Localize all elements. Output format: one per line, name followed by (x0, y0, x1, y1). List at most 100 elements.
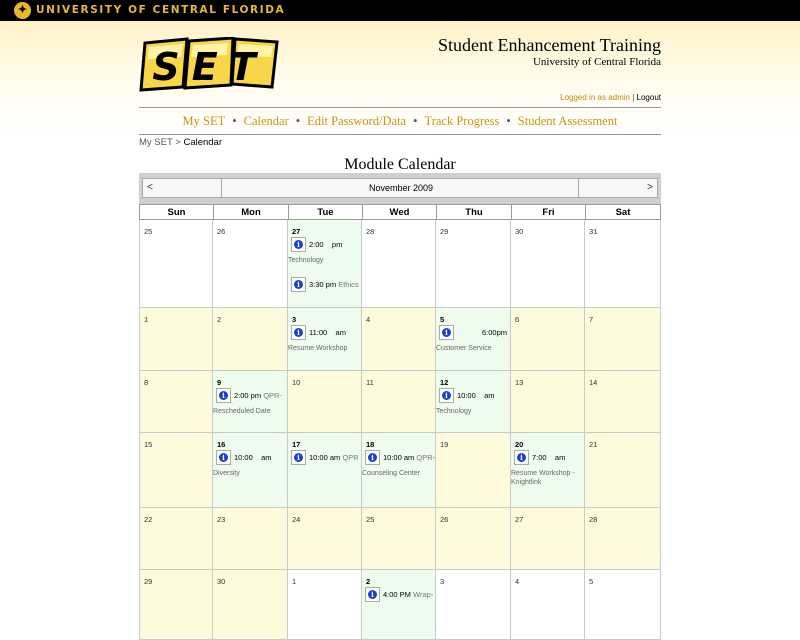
event-info-button[interactable]: i (291, 450, 306, 465)
day-number: 23 (217, 515, 226, 524)
calendar-event[interactable]: i 2:00 pm QPR- Rescheduled Date (213, 388, 286, 415)
nav-calendar[interactable]: Calendar (244, 114, 289, 128)
calendar-day-cell[interactable]: 2 (213, 308, 288, 371)
calendar-day-cell[interactable]: 30 (511, 220, 585, 308)
calendar-event[interactable]: i 10:00 am QPR (291, 450, 361, 466)
calendar-day-cell[interactable]: 5 i 6:00pm Customer Service (436, 308, 511, 371)
day-number: 4 (366, 315, 371, 324)
calendar-day-cell[interactable]: 4 (362, 308, 436, 371)
day-number: 27 (292, 227, 301, 236)
nav-student-assessment[interactable]: Student Assessment (518, 114, 618, 128)
breadcrumb-separator: > (175, 137, 181, 148)
calendar-event[interactable]: i 4:00 PM Wrap- (365, 587, 435, 603)
event-title-line2: Knightlink (511, 479, 542, 486)
event-info-button[interactable]: i (291, 237, 306, 252)
info-icon: i (219, 391, 228, 400)
event-info-button[interactable]: i (291, 277, 306, 292)
nav-track-progress[interactable]: Track Progress (425, 114, 500, 128)
calendar-day-cell[interactable]: 20 i 7:00 am Resume Workshop - Knightlink (511, 433, 585, 508)
calendar-day-cell[interactable]: 6 (511, 308, 585, 371)
day-number: 14 (589, 378, 598, 387)
calendar-event[interactable]: i 3:30 pm Ethics (291, 277, 361, 293)
breadcrumb-home-link[interactable]: My SET (139, 137, 173, 148)
day-number: 8 (144, 378, 149, 387)
event-info-button[interactable]: i (439, 388, 454, 403)
calendar-day-cell[interactable]: 18 i 10:00 am QPR- Counseling Center (362, 433, 436, 508)
calendar-day-cell[interactable]: 16 i 10:00 am Diversity (213, 433, 288, 508)
calendar-day-cell[interactable]: 28 (585, 508, 661, 570)
event-info-button[interactable]: i (514, 450, 529, 465)
login-username-link[interactable]: admin (608, 93, 630, 102)
calendar-event[interactable]: i 2:00 pm Technology (288, 237, 361, 264)
event-time-text: 10:00 am (234, 453, 272, 462)
site-title: Student Enhancement Training (438, 35, 661, 55)
calendar-day-cell[interactable]: 28 (362, 220, 436, 308)
ucf-pegasus-icon[interactable]: ✦ (14, 2, 31, 19)
calendar-day-cell[interactable]: 23 (213, 508, 288, 570)
calendar-day-cell[interactable]: 26 (213, 220, 288, 308)
event-title: Technology (436, 408, 472, 415)
calendar-day-cell[interactable]: 8 (139, 371, 213, 433)
event-info-button[interactable]: i (216, 388, 231, 403)
info-icon: i (219, 453, 228, 462)
calendar-day-cell[interactable]: 2 i 4:00 PM Wrap- (362, 570, 436, 640)
calendar-day-cell[interactable]: 1 (288, 570, 362, 640)
calendar-day-cell[interactable]: 24 (288, 508, 362, 570)
calendar-day-cell[interactable]: 1 (139, 308, 213, 371)
calendar-day-cell[interactable]: 27 i 2:00 pm Technology i 3:30 pm Ethics (288, 220, 362, 308)
calendar-day-cell[interactable]: 29 (436, 220, 511, 308)
calendar-day-cell[interactable]: 5 (585, 570, 661, 640)
calendar-event[interactable]: i 7:00 am Resume Workshop - Knightlink (511, 450, 584, 486)
calendar-day-cell[interactable]: 12 i 10:00 am Technology (436, 371, 511, 433)
calendar-day-cell[interactable]: 21 (585, 433, 661, 508)
calendar-day-cell[interactable]: 15 (139, 433, 213, 508)
calendar-day-cell[interactable]: 19 (436, 433, 511, 508)
calendar-day-cell[interactable]: 26 (436, 508, 511, 570)
day-number: 3 (292, 315, 297, 324)
calendar-day-cell[interactable]: 10 (288, 371, 362, 433)
event-time-text: 3:30 pm (309, 280, 337, 289)
calendar-day-cell[interactable]: 14 (585, 371, 661, 433)
calendar-event[interactable]: i 10:00 am Diversity (213, 450, 286, 477)
calendar-day-cell[interactable]: 17 i 10:00 am QPR (288, 433, 362, 508)
event-title-inline: QPR (342, 453, 359, 462)
calendar-day-cell[interactable]: 22 (139, 508, 213, 570)
prev-month-button[interactable]: < (143, 179, 222, 197)
calendar-day-cell[interactable]: 31 (585, 220, 661, 308)
next-month-button[interactable]: > (578, 179, 657, 197)
nav-my-set[interactable]: My SET (183, 114, 226, 128)
nav-edit-password[interactable]: Edit Password/Data (307, 114, 406, 128)
event-title-inline: QPR- (263, 391, 282, 400)
day-number: 10 (292, 378, 301, 387)
calendar-event[interactable]: i 10:00 am Technology (436, 388, 509, 415)
event-time: 2:00 pm QPR- (234, 391, 282, 400)
event-info-button[interactable]: i (291, 325, 306, 340)
calendar-day-cell[interactable]: 7 (585, 308, 661, 371)
calendar-day-cell[interactable]: 3 (436, 570, 511, 640)
calendar-day-cell[interactable]: 13 (511, 371, 585, 433)
calendar-day-cell[interactable]: 27 (511, 508, 585, 570)
event-info-button[interactable]: i (365, 450, 380, 465)
calendar-day-cell[interactable]: 3 i 11:00 am Resume Workshop (288, 308, 362, 371)
event-info-button[interactable]: i (216, 450, 231, 465)
logout-link[interactable]: Logout (637, 93, 661, 102)
ucf-link[interactable]: UNIVERSITY OF CENTRAL FLORIDA (36, 4, 285, 16)
calendar-event[interactable]: i 6:00pm Customer Service (436, 325, 509, 352)
calendar-event[interactable]: i 11:00 am Resume Workshop (288, 325, 361, 352)
calendar-day-cell[interactable]: 25 (139, 220, 213, 308)
calendar-event[interactable]: i 10:00 am QPR- Counseling Center (362, 450, 435, 477)
calendar-day-cell[interactable]: 4 (511, 570, 585, 640)
calendar-day-cell[interactable]: 29 (139, 570, 213, 640)
event-info-button[interactable]: i (439, 325, 454, 340)
event-title-inline: Ethics (338, 280, 359, 289)
calendar-day-cell[interactable]: 30 (213, 570, 288, 640)
calendar-day-cell[interactable]: 11 (362, 371, 436, 433)
breadcrumb-current: Calendar (183, 137, 223, 148)
day-number: 17 (292, 440, 301, 449)
calendar-day-cell[interactable]: 25 (362, 508, 436, 570)
event-time: 3:30 pm Ethics (309, 280, 359, 289)
page-title: Module Calendar (344, 156, 456, 173)
set-logo[interactable]: SET (139, 36, 281, 92)
calendar-day-cell[interactable]: 9 i 2:00 pm QPR- Rescheduled Date (213, 371, 288, 433)
event-title: Diversity (213, 470, 240, 477)
